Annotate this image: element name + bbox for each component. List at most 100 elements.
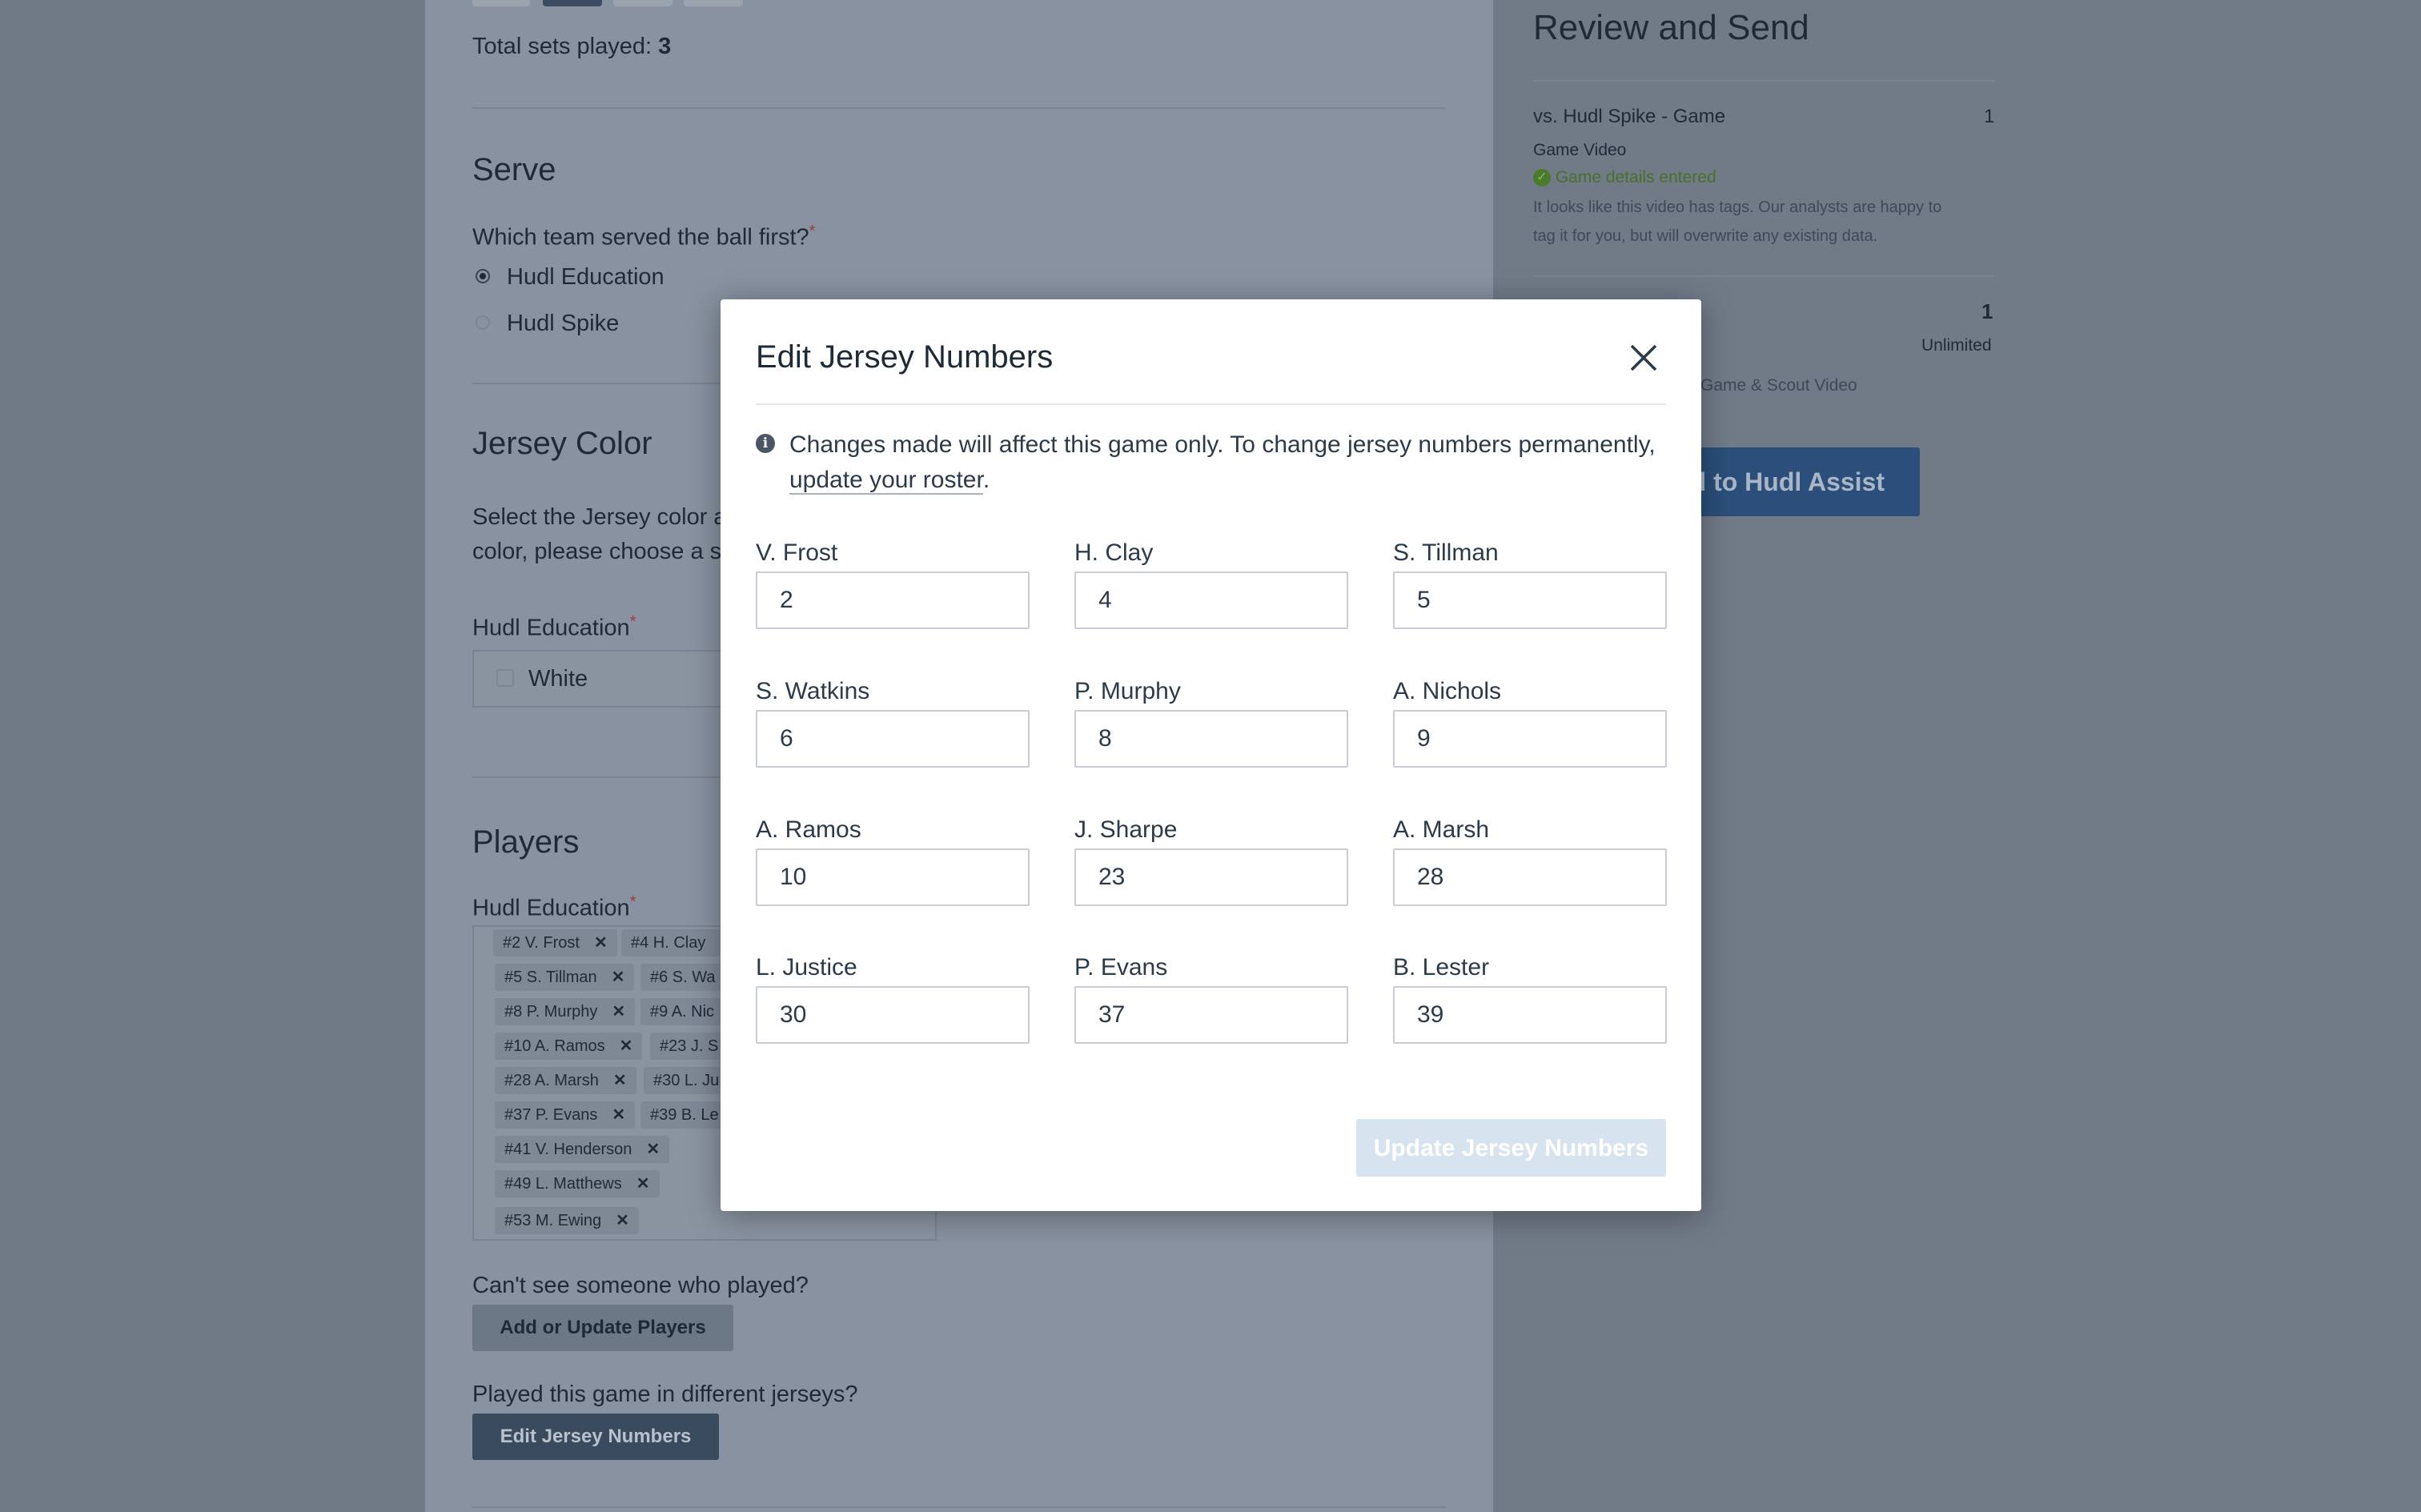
remove-icon[interactable]: ✕ — [613, 1072, 627, 1089]
remove-icon[interactable]: ✕ — [646, 1141, 660, 1158]
radio-label-hudl-education[interactable]: Hudl Education — [507, 264, 664, 291]
info-text: Changes made will affect this game only.… — [789, 431, 1656, 458]
remove-icon[interactable]: ✕ — [636, 1175, 650, 1193]
jersey-number-input[interactable] — [1074, 986, 1348, 1044]
modal-info: Changes made will affect this game only.… — [789, 427, 1670, 498]
chip-label: #39 B. Le — [650, 1106, 719, 1124]
radio-hudl-education[interactable] — [476, 269, 490, 283]
jersey-number-input[interactable] — [1074, 848, 1348, 906]
update-roster-link[interactable]: update your roster — [789, 467, 983, 495]
remove-icon[interactable]: ✕ — [594, 934, 608, 952]
total-sets: Total sets played: 3 — [472, 34, 671, 60]
divider — [472, 107, 1446, 109]
player-chip[interactable]: #2 V. Frost ✕ — [493, 929, 617, 957]
players-team-label: Hudl Education* — [472, 893, 636, 922]
chip-label: #6 S. Wa — [650, 969, 716, 986]
review-item2-note: Game & Scout Video — [1700, 376, 1857, 395]
info-end: . — [982, 467, 990, 493]
jersey-number-input[interactable] — [1074, 572, 1348, 629]
jersey-number-input[interactable] — [756, 986, 1030, 1044]
color-swatch — [496, 669, 514, 687]
review-item-type: Game Video — [1533, 141, 1627, 159]
radio-label-hudl-spike[interactable]: Hudl Spike — [507, 311, 619, 337]
edit-jersey-numbers-modal: Edit Jersey Numbers i Changes made will … — [721, 299, 1701, 1211]
cant-see-text: Can't see someone who played? — [472, 1273, 809, 1298]
player-name-label: S. Tillman — [1393, 539, 1499, 566]
set-tab-3[interactable] — [613, 0, 672, 6]
chip-label: #23 J. S — [660, 1037, 719, 1055]
player-chip[interactable]: #8 P. Murphy ✕ — [495, 998, 636, 1025]
divider — [472, 383, 721, 384]
player-name-label: V. Frost — [756, 539, 838, 566]
review-item-status: ✓ Game details entered — [1533, 168, 1716, 187]
player-name-label: H. Clay — [1074, 539, 1154, 566]
remove-icon[interactable]: ✕ — [612, 1003, 625, 1021]
player-name-label: B. Lester — [1393, 954, 1490, 981]
total-sets-label: Total sets played: — [472, 34, 652, 59]
required-mark: * — [629, 893, 636, 911]
serve-question-text: Which team served the ball first? — [472, 224, 809, 251]
remove-icon[interactable]: ✕ — [612, 969, 625, 986]
review-item2-count: 1 — [1981, 299, 1993, 323]
player-chip[interactable]: #49 L. Matthews ✕ — [495, 1170, 660, 1197]
jersey-number-input[interactable] — [1393, 710, 1667, 768]
remove-icon[interactable]: ✕ — [612, 1106, 625, 1124]
edit-jersey-numbers-button[interactable]: Edit Jersey Numbers — [472, 1414, 719, 1460]
different-jerseys-text: Played this game in different jerseys? — [472, 1382, 858, 1407]
set-tab-1[interactable] — [472, 0, 530, 6]
jersey-color-value: White — [528, 666, 588, 692]
divider — [472, 1506, 1446, 1508]
update-jersey-numbers-button[interactable]: Update Jersey Numbers — [1356, 1119, 1666, 1177]
remove-icon[interactable]: ✕ — [620, 1037, 633, 1055]
jersey-team-label: Hudl Education* — [472, 613, 636, 642]
player-chip[interactable]: #53 M. Ewing ✕ — [495, 1207, 639, 1234]
close-icon[interactable] — [1625, 339, 1662, 376]
player-chip[interactable]: #41 V. Henderson ✕ — [495, 1136, 670, 1163]
player-chip[interactable]: #28 A. Marsh ✕ — [495, 1067, 636, 1094]
jersey-color-heading: Jersey Color — [472, 426, 652, 461]
player-name-label: A. Nichols — [1393, 678, 1502, 704]
player-name-label: J. Sharpe — [1074, 816, 1178, 843]
player-name-label: A. Marsh — [1393, 816, 1490, 843]
jersey-number-input[interactable] — [1393, 572, 1667, 629]
jersey-color-desc-1: Select the Jersey color a — [472, 504, 727, 530]
chip-label: #41 V. Henderson — [504, 1141, 632, 1158]
review-item-status-text: Game details entered — [1555, 168, 1716, 186]
required-mark: * — [629, 613, 636, 631]
player-chip[interactable]: #10 A. Ramos ✕ — [495, 1033, 643, 1060]
jersey-number-input[interactable] — [756, 710, 1030, 768]
jersey-number-input[interactable] — [1393, 986, 1667, 1044]
radio-hudl-spike[interactable] — [476, 315, 490, 330]
chip-label: #5 S. Tillman — [504, 969, 597, 986]
remove-icon[interactable]: ✕ — [616, 1212, 629, 1229]
player-chip[interactable]: #37 P. Evans ✕ — [495, 1101, 636, 1129]
player-chip[interactable]: #4 H. Clay — [621, 929, 737, 957]
jersey-color-desc-2: color, please choose a s — [472, 539, 722, 564]
set-tab-2[interactable] — [543, 0, 602, 6]
modal-title: Edit Jersey Numbers — [756, 339, 1054, 375]
player-name-label: S. Watkins — [756, 678, 870, 704]
set-tab-4[interactable] — [684, 0, 743, 6]
review-title: Review and Send — [1533, 8, 1809, 47]
chip-label: #10 A. Ramos — [504, 1037, 605, 1055]
jersey-number-input[interactable] — [756, 848, 1030, 906]
player-name-label: L. Justice — [756, 954, 857, 981]
jersey-team-label-text: Hudl Education — [472, 615, 630, 641]
add-update-players-button[interactable]: Add or Update Players — [472, 1305, 733, 1351]
player-chip[interactable]: #5 S. Tillman ✕ — [495, 964, 635, 991]
review-item-title: vs. Hudl Spike - Game — [1533, 106, 1726, 127]
serve-question: Which team served the ball first?* — [472, 223, 815, 251]
jersey-number-input[interactable] — [1393, 848, 1667, 906]
player-name-label: A. Ramos — [756, 816, 861, 843]
review-note-1: It looks like this video has tags. Our a… — [1533, 199, 1942, 216]
player-name-label: P. Murphy — [1074, 678, 1181, 704]
jersey-number-input[interactable] — [756, 572, 1030, 629]
info-icon: i — [756, 434, 775, 453]
jersey-number-input[interactable] — [1074, 710, 1348, 768]
chip-label: #2 V. Frost — [503, 934, 580, 952]
chip-label: #37 P. Evans — [504, 1106, 598, 1124]
total-sets-value: 3 — [658, 34, 672, 59]
review-note-2: tag it for you, but will overwrite any e… — [1533, 227, 1878, 245]
check-circle-icon: ✓ — [1533, 169, 1551, 187]
chip-label: #49 L. Matthews — [504, 1175, 622, 1193]
